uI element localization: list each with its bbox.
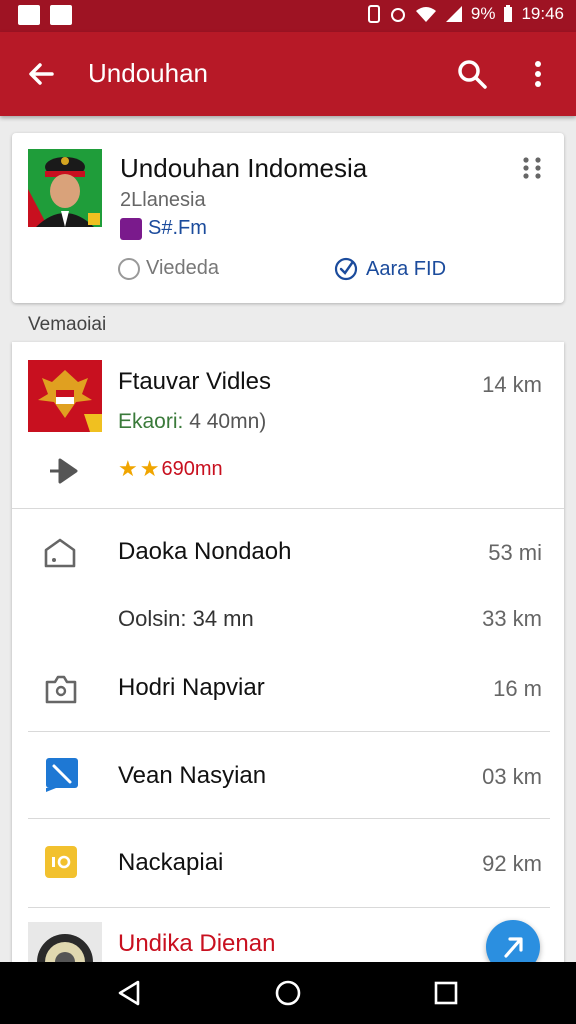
battery-icon	[503, 5, 513, 23]
app-bar: Undouhan	[0, 32, 576, 116]
featured-detail: Ekaori: 4 40mn)	[118, 410, 266, 434]
featured-title: Ftauvar Vidles	[118, 368, 271, 395]
more-vert-icon	[535, 61, 541, 87]
list-item-title: Undika Dienan	[118, 930, 276, 957]
drag-handle-button[interactable]	[520, 155, 544, 181]
rating: ★ ★ 690mn	[118, 456, 223, 482]
navigation-arrow-icon	[50, 458, 78, 484]
alarm-icon	[389, 5, 407, 23]
nav-back-button[interactable]	[114, 977, 146, 1009]
arrow-left-icon	[29, 63, 54, 85]
card-tag[interactable]: S#.Fm	[120, 217, 207, 240]
signal-icon	[445, 5, 463, 23]
clock-text: 19:46	[521, 4, 564, 23]
search-button[interactable]	[454, 56, 490, 92]
check-option[interactable]: Aara FID	[334, 257, 446, 281]
nav-home-button[interactable]	[272, 977, 304, 1009]
navigate-button[interactable]	[46, 454, 82, 488]
emblem-image	[28, 360, 102, 432]
card-subtitle: 2Llanesia	[120, 189, 206, 211]
avatar	[28, 149, 102, 227]
triangle-back-icon	[118, 980, 140, 1006]
system-nav-bar	[0, 962, 576, 1024]
back-button[interactable]	[24, 56, 60, 92]
star-icon: ★	[118, 456, 138, 481]
list-item-distance: 03 km	[482, 764, 542, 789]
card-tag-label: S#.Fm	[148, 217, 207, 239]
list-item-distance: 92 km	[482, 851, 542, 876]
star-icon: ★	[139, 456, 160, 481]
home-icon	[42, 536, 78, 570]
list-item-title: Nackapiai	[118, 849, 224, 876]
list-item-distance: 16 m	[493, 676, 542, 701]
edit-icon	[44, 756, 80, 792]
featured-distance: 14 km	[482, 372, 542, 397]
check-circle-icon	[334, 257, 358, 281]
radio-option-label: Viededa	[146, 257, 220, 279]
list-item[interactable]: Nackapiai 92 km	[12, 819, 564, 907]
wifi-icon	[415, 5, 437, 23]
rating-text: 690mn	[161, 457, 223, 480]
square-recents-icon	[434, 981, 458, 1005]
section-label: Vemaoiai	[28, 314, 107, 335]
results-list: Ftauvar Vidles 14 km Ekaori: 4 40mn) ★ ★…	[12, 342, 564, 982]
circle-home-icon	[275, 980, 301, 1006]
featured-list-item[interactable]: Ftauvar Vidles 14 km Ekaori: 4 40mn) ★ ★…	[12, 342, 564, 508]
card-title: Undouhan Indomesia	[120, 153, 368, 183]
list-item-title: Hodri Napviar	[118, 674, 265, 701]
camera-icon	[44, 672, 78, 706]
radio-unchecked-icon	[118, 257, 140, 280]
vibrate-icon	[367, 5, 381, 23]
list-item[interactable]: Hodri Napviar 16 m	[12, 664, 564, 730]
list-item[interactable]: Vean Nasyian 03 km	[12, 732, 564, 818]
detail-value: 4 40mn)	[189, 410, 267, 433]
detail-prefix: Ekaori:	[118, 410, 184, 433]
badge-icon	[44, 845, 78, 879]
list-item-distance: 53 mi	[488, 540, 542, 565]
battery-text: 9%	[470, 4, 496, 23]
list-item[interactable]: Oolsin: 34 mn 33 km	[12, 598, 564, 664]
list-item[interactable]: Daoka Nondaoh 53 mi	[12, 508, 564, 598]
list-item-title: Oolsin: 34 mn	[118, 606, 254, 631]
mail-icon	[50, 5, 72, 25]
check-option-label: Aara FID	[366, 257, 447, 280]
grip-icon	[523, 157, 541, 179]
page-title: Undouhan	[88, 58, 208, 88]
search-icon	[458, 60, 487, 89]
list-item-title: Vean Nasyian	[118, 762, 267, 789]
list-item-distance: 33 km	[482, 606, 542, 631]
notification-icon	[18, 5, 40, 25]
more-options-button[interactable]	[522, 56, 554, 92]
nav-recents-button[interactable]	[430, 977, 462, 1009]
profile-card[interactable]: Undouhan Indomesia 2Llanesia S#.Fm Viede…	[12, 133, 564, 303]
status-bar: 9% 19:46	[0, 0, 576, 32]
tag-icon	[120, 217, 142, 240]
list-item-title: Daoka Nondaoh	[118, 538, 292, 565]
radio-option[interactable]: Viededa	[118, 257, 219, 280]
